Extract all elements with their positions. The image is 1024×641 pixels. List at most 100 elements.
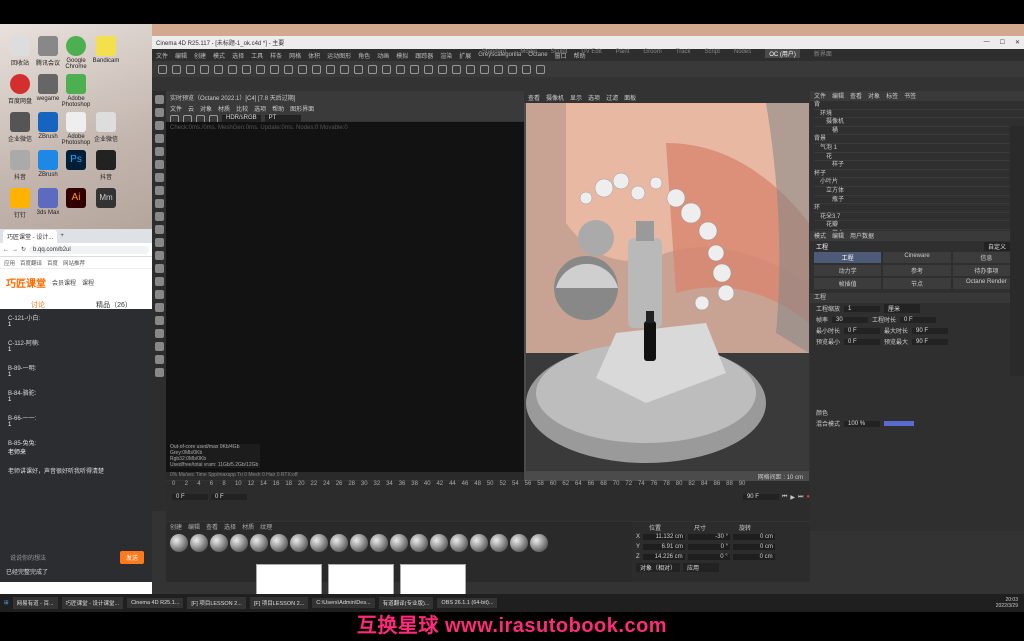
- max-time-field[interactable]: 90 F: [912, 327, 949, 334]
- toolbar-tool-icon[interactable]: [326, 64, 335, 74]
- live-viewer-menu-item[interactable]: 选项: [254, 104, 266, 113]
- mode-tool-icon[interactable]: [154, 134, 164, 143]
- object-menu-item[interactable]: 编辑: [832, 91, 844, 101]
- material-swatch[interactable]: [430, 534, 448, 552]
- viewport-menu-item[interactable]: 查看: [528, 93, 540, 102]
- material-menu-item[interactable]: 选择: [224, 522, 236, 532]
- object-row[interactable]: 花: [814, 153, 1024, 162]
- layout-tab[interactable]: UV Edit: [581, 49, 601, 58]
- opacity-slider[interactable]: [884, 421, 915, 426]
- menu-item[interactable]: 模式: [213, 51, 225, 60]
- material-swatch[interactable]: [210, 534, 228, 552]
- preview-min-field[interactable]: 0 F: [844, 338, 881, 345]
- toolbar-tool-icon[interactable]: [228, 64, 237, 74]
- rot-x-field[interactable]: -30 °: [688, 534, 731, 540]
- live-viewer-menu-item[interactable]: 比较: [236, 104, 248, 113]
- toolbar-tool-icon[interactable]: [242, 64, 251, 74]
- coord-mode-select[interactable]: 对象（相对）: [636, 562, 681, 572]
- play-icon[interactable]: ▶: [790, 494, 795, 501]
- object-row[interactable]: 花瓣: [814, 221, 1024, 230]
- viewport-menu-item[interactable]: 显示: [570, 93, 582, 102]
- menu-item[interactable]: 角色: [358, 51, 370, 60]
- menu-item[interactable]: 网格: [289, 51, 301, 60]
- mode-tool-icon[interactable]: [154, 316, 164, 325]
- preview-max-field[interactable]: 90 F: [912, 338, 949, 345]
- toolbar-tool-icon[interactable]: [284, 64, 293, 74]
- toolbar-tool-icon[interactable]: [270, 64, 279, 74]
- object-menu-item[interactable]: 查看: [850, 91, 862, 101]
- desktop-icon[interactable]: Adobe Photoshop: [58, 74, 94, 108]
- mode-tool-icon[interactable]: [154, 95, 164, 104]
- perspective-viewport[interactable]: 查看 摄像机 显示 选项 过滤 面板 网格间距: 10 cm: [524, 91, 809, 481]
- viewport-menu-item[interactable]: 面板: [624, 93, 636, 102]
- taskbar-item[interactable]: OBS 26.1.1 (64-bit)...: [437, 598, 498, 608]
- mode-tool-icon[interactable]: [154, 355, 164, 364]
- start-icon[interactable]: ⊞: [4, 600, 9, 606]
- mode-tool-icon[interactable]: [154, 303, 164, 312]
- taskbar-item[interactable]: C:\Users\Admin\Des...: [312, 598, 375, 608]
- toolbar-tool-icon[interactable]: [298, 64, 307, 74]
- object-row[interactable]: 背景: [814, 135, 1024, 144]
- object-menu-item[interactable]: 文件: [814, 91, 826, 101]
- layout-tab[interactable]: Standard: [482, 49, 506, 58]
- material-swatch[interactable]: [510, 534, 528, 552]
- menu-item[interactable]: 样条: [270, 51, 282, 60]
- nav-link[interactable]: 会员课程: [52, 278, 76, 287]
- toolbar-tool-icon[interactable]: [354, 64, 363, 74]
- bookmark[interactable]: 百度: [47, 259, 58, 267]
- object-row[interactable]: 小叶片: [814, 178, 1024, 187]
- toolbar-tool-icon[interactable]: [214, 64, 223, 74]
- fps-field[interactable]: 30: [832, 316, 869, 323]
- bookmark[interactable]: 百度翻译: [20, 259, 42, 267]
- pos-y-field[interactable]: 6.91 cm: [643, 544, 686, 550]
- material-swatch[interactable]: [170, 534, 188, 552]
- material-swatch[interactable]: [390, 534, 408, 552]
- live-viewer-menu-item[interactable]: 云: [188, 104, 194, 113]
- menu-item[interactable]: 选择: [232, 51, 244, 60]
- material-swatch[interactable]: [310, 534, 328, 552]
- size-z-field[interactable]: 0 cm: [732, 554, 775, 560]
- material-swatch[interactable]: [530, 534, 548, 552]
- toolbar-tool-icon[interactable]: [424, 64, 433, 74]
- material-menu-item[interactable]: 查看: [206, 522, 218, 532]
- toolbar-tool-icon[interactable]: [522, 64, 531, 74]
- material-swatch[interactable]: [230, 534, 248, 552]
- object-row[interactable]: 气泡 1: [814, 144, 1024, 153]
- mode-tool-icon[interactable]: [154, 121, 164, 130]
- toolbar-tool-icon[interactable]: [368, 64, 377, 74]
- size-y-field[interactable]: 0 cm: [733, 544, 776, 550]
- attr-tab[interactable]: 节点: [883, 278, 951, 289]
- attr-tab[interactable]: 参考: [883, 265, 951, 276]
- mode-tool-icon[interactable]: [154, 342, 164, 351]
- layout-tab[interactable]: Script: [705, 49, 720, 58]
- live-viewer-menu-item[interactable]: 材质: [218, 104, 230, 113]
- material-swatch[interactable]: [410, 534, 428, 552]
- toolbar-tool-icon[interactable]: [466, 64, 475, 74]
- desktop-icon[interactable]: 企业微信: [88, 112, 124, 143]
- mode-tool-icon[interactable]: [154, 160, 164, 169]
- attr-tab[interactable]: 工程: [814, 252, 882, 263]
- object-row[interactable]: 桶: [814, 127, 1024, 136]
- material-menu-item[interactable]: 编辑: [188, 522, 200, 532]
- live-viewer-menu-item[interactable]: 对象: [200, 104, 212, 113]
- toolbar-tool-icon[interactable]: [536, 64, 545, 74]
- attr-tab[interactable]: 动力学: [814, 265, 882, 276]
- pos-x-field[interactable]: 11.132 cm: [643, 534, 686, 540]
- object-menu-item[interactable]: 对象: [868, 91, 880, 101]
- material-swatch[interactable]: [190, 534, 208, 552]
- toolbar-tool-icon[interactable]: [158, 64, 167, 74]
- desktop-icon[interactable]: Mm: [88, 188, 124, 210]
- toolbar-tool-icon[interactable]: [186, 64, 195, 74]
- mode-tool-icon[interactable]: [154, 186, 164, 195]
- material-menu-item[interactable]: 纹理: [260, 522, 272, 532]
- mode-tool-icon[interactable]: [154, 225, 164, 234]
- 3d-scene[interactable]: [526, 103, 809, 471]
- taskbar-item[interactable]: 有道翻译(专业版)...: [378, 597, 434, 609]
- project-scale-field[interactable]: 1: [844, 305, 881, 312]
- menu-item[interactable]: 跟踪器: [415, 51, 433, 60]
- object-row[interactable]: 瓶子: [814, 196, 1024, 205]
- mode-tool-icon[interactable]: [154, 251, 164, 260]
- window-preview[interactable]: [256, 564, 322, 594]
- material-menu-item[interactable]: 创建: [170, 522, 182, 532]
- toolbar-tool-icon[interactable]: [382, 64, 391, 74]
